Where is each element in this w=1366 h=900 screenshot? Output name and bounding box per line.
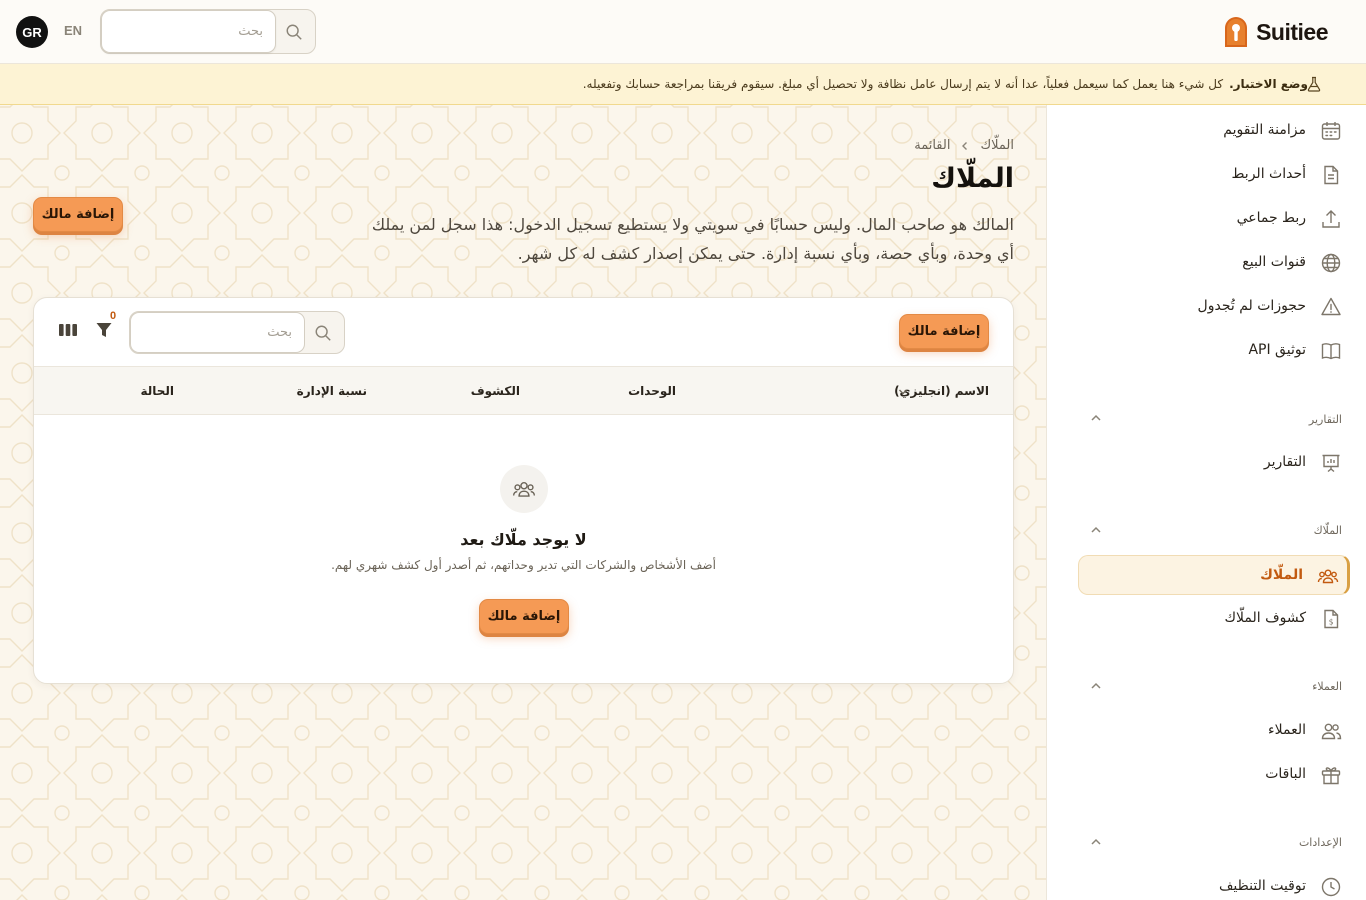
globe-icon [1321,253,1341,273]
users-icon [1321,723,1342,740]
brand-name: Suitiee [1256,18,1328,45]
sidebar-item-clients[interactable]: العملاء [1078,711,1350,751]
sidebar-item-label: توثيق API [1248,342,1306,358]
upload-icon [1322,210,1340,228]
sidebar-section-clients: العملاء [1312,680,1342,693]
chevron-up-icon[interactable] [1089,411,1103,425]
column-header-name[interactable]: الاسم (انجليزي) [894,384,989,398]
table-search-input[interactable] [131,313,304,352]
column-header-management-rate[interactable]: نسبة الإدارة [297,384,367,398]
breadcrumb-current[interactable]: الملّاك [980,138,1014,153]
filter-icon[interactable] [95,321,113,339]
add-owner-button-empty[interactable]: إضافة مالك [479,599,569,634]
column-header-status[interactable]: الحالة [140,384,174,398]
column-header-units[interactable]: الوحدات [628,384,676,398]
table-header: الاسم (انجليزي) الوحدات الكشوف نسبة الإد… [34,366,1013,415]
calendar-icon [1321,122,1341,140]
sidebar-section-owners: الملّاك [1313,524,1342,537]
sidebar-item-label: أحداث الربط [1231,166,1306,182]
presentation-chart-icon [1322,454,1340,473]
sidebar-item-label: مزامنة التقويم [1223,122,1306,138]
sidebar-item-label: التقارير [1263,454,1306,470]
global-search[interactable] [100,9,316,54]
column-header-statements[interactable]: الكشوف [471,384,520,398]
users-group-icon [512,481,536,497]
top-bar: Suitiee EN GR [0,0,1366,64]
sidebar-item-owner-statements[interactable]: $ كشوف الملّاك [1078,599,1350,639]
brand-logo[interactable]: Suitiee [1222,14,1328,50]
sidebar: مزامنة التقويم أحداث الربط ربط جماعي قنو… [1046,105,1366,900]
add-owner-button-table[interactable]: إضافة مالك [899,314,989,349]
columns-icon[interactable] [58,322,78,338]
sidebar-item-api-docs[interactable]: توثيق API [1078,331,1350,371]
add-owner-button-header[interactable]: إضافة مالك [33,197,123,232]
gift-icon [1321,767,1341,785]
sidebar-item-label: قنوات البيع [1242,254,1306,270]
sidebar-item-label: كشوف الملّاك [1224,610,1307,626]
filter-count-badge: 0 [110,310,117,322]
user-avatar[interactable]: GR [16,16,48,48]
sidebar-item-unscheduled-bookings[interactable]: حجوزات لم تُجدول [1078,287,1350,327]
chevron-up-icon[interactable] [1089,835,1103,849]
sidebar-item-sales-channels[interactable]: قنوات البيع [1078,243,1350,283]
search-icon[interactable] [314,324,332,342]
owners-table-card: إضافة مالك 0 الاسم (انجليزي) الوحدات الك… [33,297,1014,684]
sidebar-item-link-events[interactable]: أحداث الربط [1078,155,1350,195]
chevron-up-icon[interactable] [1089,523,1103,537]
sidebar-item-bulk-link[interactable]: ربط جماعي [1078,199,1350,239]
search-icon[interactable] [285,23,303,41]
sidebar-item-label: توقيت التنظيف [1218,878,1306,894]
sidebar-item-packages[interactable]: الباقات [1078,755,1350,795]
breadcrumb-parent[interactable]: القائمة [914,138,950,153]
empty-state-subtitle: أضف الأشخاص والشركات التي تدير وحداتهم، … [331,558,716,572]
sidebar-item-label: الملّاك [1260,567,1303,583]
keyhole-logo-icon [1225,17,1248,47]
flask-icon [1307,76,1321,92]
sidebar-item-owners[interactable]: الملّاك [1078,555,1350,595]
sidebar-item-reports[interactable]: التقارير [1078,443,1350,483]
chevron-down-icon[interactable] [898,388,908,396]
sidebar-item-label: العملاء [1268,722,1306,738]
test-mode-banner: وضع الاختبار. كل شيء هنا يعمل كما سيعمل … [0,64,1366,105]
sidebar-section-settings: الإعدادات [1298,836,1342,849]
breadcrumb: الملّاك القائمة [914,138,1014,153]
warning-icon [1321,297,1341,316]
empty-state-icon-wrap [500,465,548,513]
document-icon [1324,165,1339,185]
global-search-field[interactable] [101,10,276,53]
page-description: المالك هو صاحب المال. وليس حسابًا في سوي… [371,215,1014,263]
language-toggle[interactable]: EN [64,23,82,38]
book-icon [1321,343,1341,360]
sidebar-item-label: الباقات [1265,766,1306,782]
table-search-field[interactable] [130,312,305,353]
chevron-left-icon [962,141,968,150]
users-group-icon [1317,569,1339,584]
banner-label: وضع الاختبار. [1229,77,1308,91]
table-search[interactable] [129,311,345,354]
empty-state-title: لا يوجد ملّاك بعد [460,530,587,549]
svg-text:$: $ [1329,617,1334,626]
invoice-dollar-icon: $ [1324,609,1339,629]
banner-text: كل شيء هنا يعمل كما سيعمل فعلياً، عدا أن… [582,77,1224,91]
sidebar-item-calendar-sync[interactable]: مزامنة التقويم [1078,111,1350,151]
page-title: الملّاك [931,163,1014,194]
sidebar-section-reports: التقارير [1308,413,1342,426]
sidebar-item-label: حجوزات لم تُجدول [1197,298,1306,314]
chevron-up-icon[interactable] [1089,679,1103,693]
global-search-input[interactable] [102,11,275,52]
clock-icon [1321,877,1341,897]
sidebar-item-cleaning-timing[interactable]: توقيت التنظيف [1078,867,1350,900]
sidebar-item-label: ربط جماعي [1236,210,1306,226]
